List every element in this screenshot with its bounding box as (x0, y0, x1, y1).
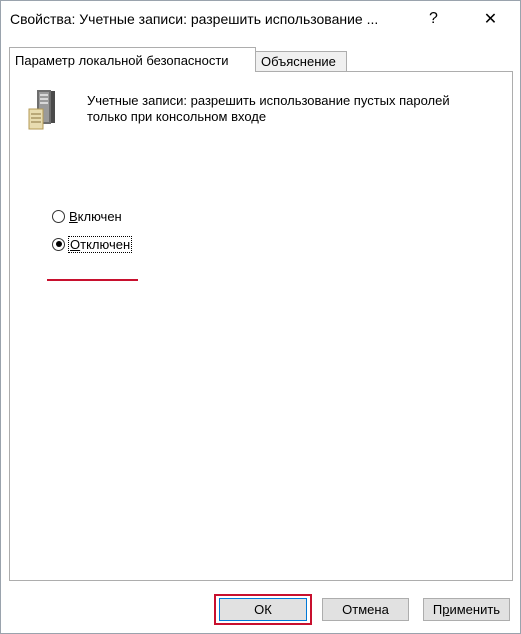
server-policy-icon (28, 90, 55, 130)
radio-disabled-label: Отключен (67, 235, 133, 253)
radio-disabled[interactable]: Отключен (52, 234, 133, 254)
tab-panel: Учетные записи: разрешить использование … (9, 71, 513, 581)
help-icon: ? (429, 10, 438, 27)
policy-text-line: Учетные записи: разрешить использование … (87, 93, 450, 108)
radio-enabled-label: Включен (69, 208, 122, 224)
tab-explanation[interactable]: Объяснение (256, 51, 347, 72)
highlight-underline (47, 279, 138, 281)
tab-label: Объяснение (261, 54, 336, 69)
cancel-button[interactable]: Отмена (322, 598, 409, 621)
close-icon: ✕ (483, 11, 498, 28)
ok-button[interactable]: ОК (219, 598, 307, 621)
window-title: Свойства: Учетные записи: разрешить испо… (10, 11, 379, 27)
apply-button[interactable]: Пр именить (423, 598, 510, 621)
tab-control: Параметр локальной безопасности Объяснен… (9, 47, 513, 581)
title-bar: Свойства: Учетные записи: разрешить испо… (1, 1, 520, 37)
properties-dialog: Свойства: Учетные записи: разрешить испо… (0, 0, 521, 634)
help-button[interactable]: ? (411, 1, 456, 37)
tab-label: Параметр локальной безопасности (15, 53, 229, 68)
radio-button-icon[interactable] (52, 209, 65, 223)
radio-button-checked-icon[interactable] (52, 237, 65, 251)
tab-local-security-setting[interactable]: Параметр локальной безопасности (9, 47, 256, 72)
policy-text-line: только при консольном входе (87, 109, 267, 124)
radio-enabled[interactable]: Включен (52, 206, 122, 226)
close-button[interactable]: ✕ (468, 1, 513, 37)
policy-description: Учетные записи: разрешить использование … (87, 93, 487, 125)
